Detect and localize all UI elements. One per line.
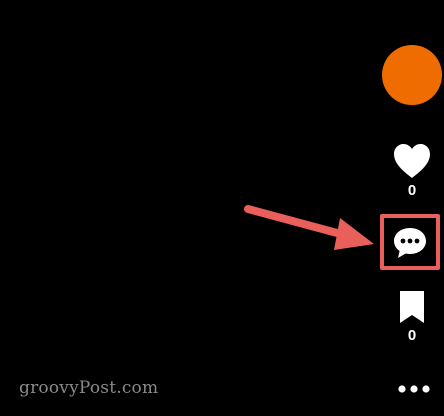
more-options-button[interactable] [394,378,434,400]
arrow-right-icon [244,205,374,250]
more-dots-icon [398,385,430,393]
heart-icon [394,144,430,178]
bookmark-icon [400,291,424,323]
bookmark-button[interactable]: 0 [380,290,444,344]
creator-avatar[interactable] [382,45,442,105]
like-count: 0 [407,182,417,199]
like-button[interactable]: 0 [380,143,444,199]
watermark: groovyPost.com [19,378,159,398]
bookmark-count: 0 [407,327,417,344]
comment-bubble-icon [394,228,426,258]
comment-button[interactable] [382,217,438,269]
